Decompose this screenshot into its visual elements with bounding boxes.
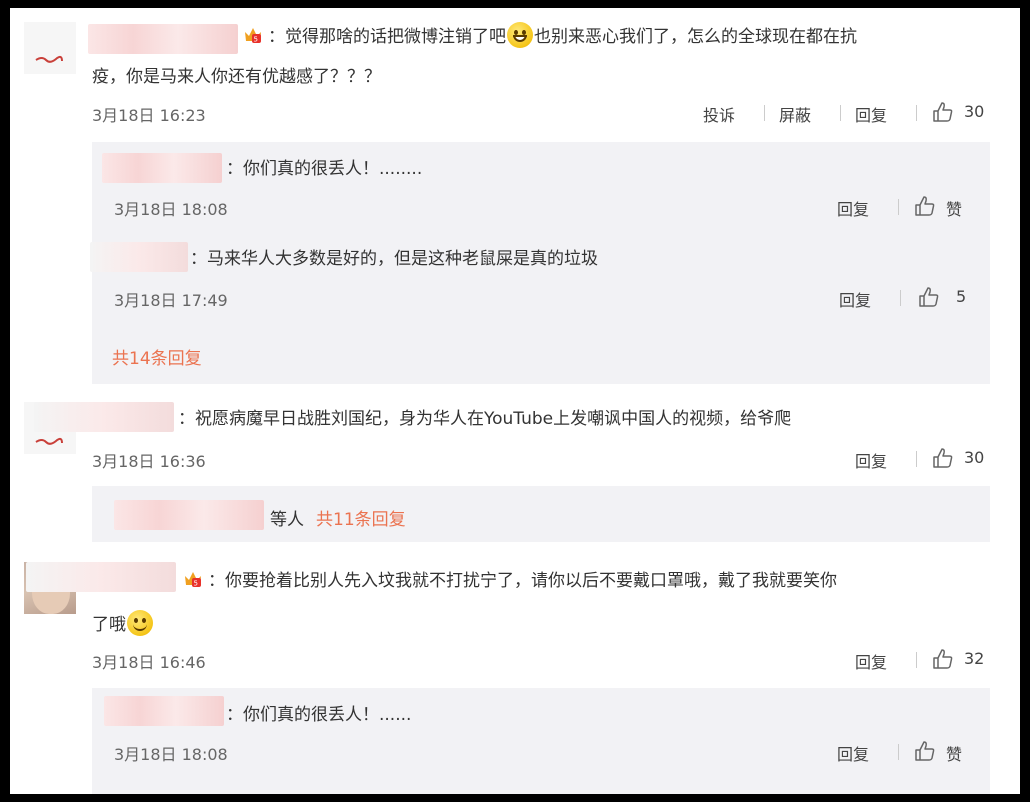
comment-text-line1: 5 ：觉得那啥的话把微博注销了吧 也别来恶心我们了，怎么的全球现在都在抗: [242, 22, 857, 50]
thumbs-up-icon[interactable]: [932, 648, 954, 670]
like-label[interactable]: 赞: [946, 741, 962, 765]
reply-button[interactable]: 回复: [837, 741, 869, 765]
thumbs-up-icon[interactable]: [914, 195, 936, 217]
reply-date: 3月18日 18:08: [114, 745, 228, 764]
divider: [898, 199, 899, 215]
like-count: 30: [964, 102, 985, 121]
username-redacted[interactable]: [88, 24, 238, 54]
username-redacted[interactable]: [90, 242, 188, 272]
reply-button[interactable]: 回复: [855, 102, 887, 126]
thumbs-up-icon[interactable]: [918, 286, 940, 308]
reply-button[interactable]: 回复: [855, 649, 887, 673]
thumbs-up-icon[interactable]: [932, 101, 954, 123]
comment-text: 也别来恶心我们了，怎么的全球现在都在抗: [534, 27, 857, 47]
reply-button[interactable]: 回复: [837, 196, 869, 220]
reply-text: ：你们真的很丢人！......: [226, 705, 412, 725]
reply-text: ：马来华人大多数是好的，但是这种老鼠屎是真的垃圾: [190, 249, 598, 269]
reply-button[interactable]: 回复: [855, 448, 887, 472]
comment-date: 3月18日 16:23: [92, 106, 206, 125]
comment-text: ：祝愿病魔早日战胜刘国纪，身为华人在YouTube上发嘲讽中国人的视频，给爷爬: [178, 409, 792, 429]
reply-date: 3月18日 18:08: [114, 200, 228, 219]
reply-summary-text: 等人: [270, 510, 304, 530]
comment-text-line1: 5 ：你要抢着比别人先入坟我就不打扰宁了，请你以后不要戴口罩哦，戴了我就要笑你: [182, 568, 837, 594]
avatar[interactable]: [24, 22, 76, 74]
username-redacted[interactable]: [114, 500, 264, 530]
like-count: 30: [964, 448, 985, 467]
block-button[interactable]: 屏蔽: [779, 102, 811, 126]
divider: [840, 105, 841, 121]
comment-text-line2: 了哦: [92, 610, 154, 638]
smile-emoji: [127, 610, 153, 636]
divider: [764, 105, 765, 121]
report-button[interactable]: 投诉: [703, 102, 735, 126]
comment-date: 3月18日 16:36: [92, 452, 206, 471]
more-replies-link[interactable]: 共14条回复: [112, 344, 202, 369]
comment-text: ：你要抢着比别人先入坟我就不打扰宁了，请你以后不要戴口罩哦，戴了我就要笑你: [208, 571, 837, 591]
username-redacted[interactable]: [104, 696, 224, 726]
comment-text: ：觉得那啥的话把微博注销了吧: [268, 27, 506, 47]
username-redacted[interactable]: [26, 562, 176, 592]
comment-list: 5 ：觉得那啥的话把微博注销了吧 也别来恶心我们了，怎么的全球现在都在抗 疫，你是…: [10, 8, 1020, 794]
avatar-mark: [35, 437, 63, 445]
avatar-mark: [35, 55, 63, 63]
svg-text:5: 5: [194, 580, 198, 588]
like-count: 5: [956, 287, 967, 306]
comment-text: 了哦: [92, 615, 126, 635]
reply-date: 3月18日 17:49: [114, 291, 228, 310]
username-redacted[interactable]: [102, 153, 222, 183]
grin-emoji: [507, 22, 533, 48]
more-replies-link[interactable]: 共11条回复: [316, 505, 406, 530]
reply-text: ：你们真的很丢人！........: [226, 159, 423, 179]
divider: [916, 652, 917, 668]
crown-badge-icon: 5: [242, 24, 264, 46]
like-label[interactable]: 赞: [946, 196, 962, 220]
svg-text:5: 5: [254, 36, 258, 44]
thumbs-up-icon[interactable]: [932, 447, 954, 469]
crown-badge-icon: 5: [182, 568, 204, 590]
like-count: 32: [964, 649, 985, 668]
thumbs-up-icon[interactable]: [914, 740, 936, 762]
divider: [916, 105, 917, 121]
divider: [900, 290, 901, 306]
reply-button[interactable]: 回复: [839, 287, 871, 311]
comment-text-line2: 疫，你是马来人你还有优越感了？？？: [92, 67, 381, 87]
username-redacted[interactable]: [34, 402, 174, 432]
comment-date: 3月18日 16:46: [92, 653, 206, 672]
divider: [916, 451, 917, 467]
divider: [898, 744, 899, 760]
